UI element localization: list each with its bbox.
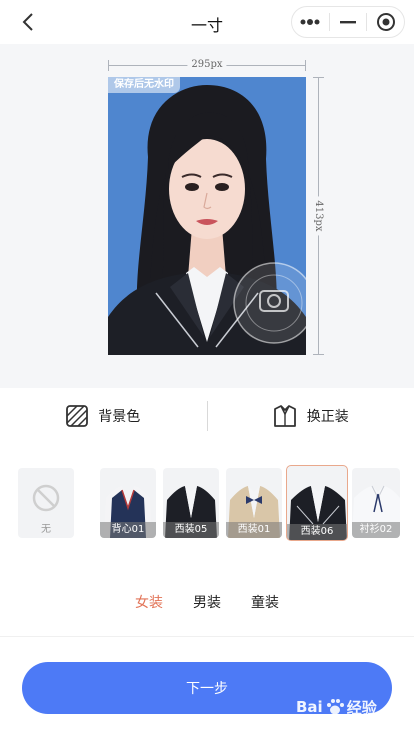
target-close-icon (376, 13, 395, 31)
background-stripes-icon (66, 405, 89, 427)
watermark-tag: 保存后无水印 (108, 77, 180, 93)
dimension-tick (108, 60, 109, 71)
baidu-brand-tail: 经验 (346, 698, 377, 717)
outfit-list: 无 背心01 西装05 西装01 西装06 衬衫02 (0, 464, 414, 542)
outfit-suit-05[interactable]: 西装05 (163, 468, 219, 538)
outfit-vest-01[interactable]: 背心01 (100, 468, 156, 538)
outfit-shirt-02[interactable]: 衬衫02 (352, 468, 400, 538)
dimension-tick (305, 60, 306, 71)
width-dimension: 295px (108, 58, 306, 72)
outfit-label: 无 (41, 524, 51, 535)
shirt-icon (273, 405, 296, 427)
paw-icon (326, 699, 344, 715)
background-color-tab[interactable]: 背景色 (0, 405, 207, 427)
outfit-label: 西装05 (163, 522, 219, 538)
close-miniprogram-button[interactable] (367, 7, 404, 37)
width-label: 295px (187, 58, 227, 72)
mini-program-capsule (291, 6, 405, 38)
height-dimension: 413px (311, 77, 325, 355)
baidu-brand-text: Bai (296, 698, 323, 716)
id-photo: 保存后无水印 (108, 77, 306, 355)
minimize-button[interactable] (330, 7, 367, 37)
change-outfit-label: 换正装 (306, 409, 349, 425)
category-kids[interactable]: 童装 (251, 592, 279, 616)
minus-icon (340, 21, 356, 24)
baidu-url: jingyan.baidu.com (314, 717, 388, 726)
dimension-tick (313, 77, 324, 78)
height-label: 413px (311, 196, 325, 236)
footer: 下一步 Bai 经验 jingyan.baidu.com (0, 636, 414, 736)
top-bar: 一寸 (0, 0, 414, 44)
photo-preview-area: 295px 保存后无水印 413px (0, 44, 414, 388)
outfit-suit-06-selected[interactable]: 西装06 (286, 465, 348, 541)
dimension-tick (313, 354, 324, 355)
baidu-watermark: Bai 经验 jingyan.baidu.com (296, 689, 408, 726)
outfit-label: 背心01 (100, 522, 156, 538)
category-men[interactable]: 男装 (193, 592, 221, 616)
more-dots-icon (300, 19, 320, 25)
outfit-suit-01[interactable]: 西装01 (226, 468, 282, 538)
portrait-image (108, 85, 306, 355)
more-button[interactable] (292, 7, 329, 37)
outfit-label: 西装01 (226, 522, 282, 538)
outfit-label: 衬衫02 (352, 522, 400, 538)
tool-switcher: 背景色 换正装 (0, 388, 414, 444)
outfit-label: 西装06 (287, 524, 347, 540)
next-step-label: 下一步 (186, 681, 228, 697)
no-outfit-icon (32, 484, 60, 512)
outfit-categories: 女装 男装 童装 (0, 592, 414, 616)
outfit-none[interactable]: 无 (18, 468, 74, 538)
change-outfit-tab[interactable]: 换正装 (208, 405, 414, 427)
background-color-label: 背景色 (98, 409, 141, 425)
category-women[interactable]: 女装 (135, 592, 163, 616)
